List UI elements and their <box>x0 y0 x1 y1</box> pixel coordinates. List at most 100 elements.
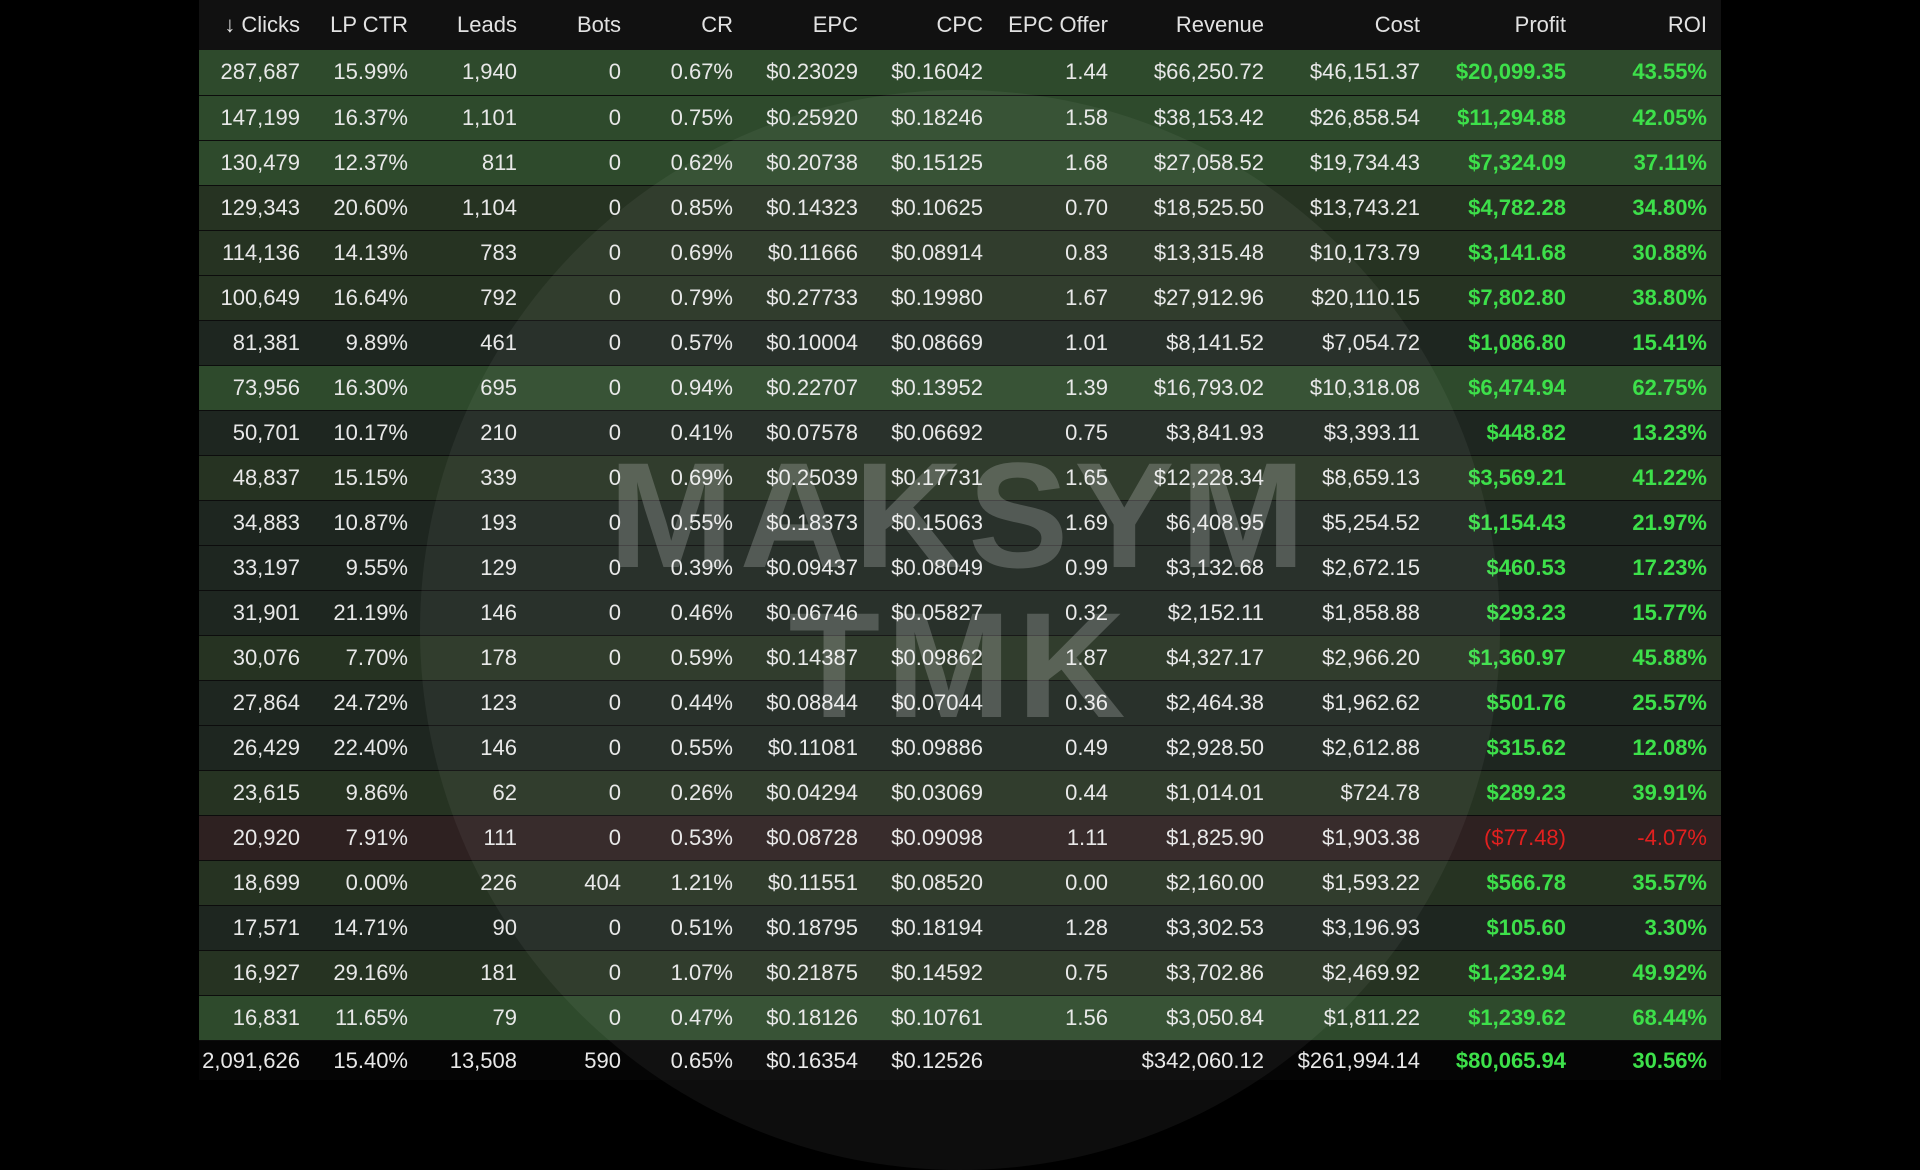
cell-leads: 792 <box>480 284 517 310</box>
total-cr: 0.65% <box>670 1048 733 1074</box>
cell-epc-offer: 1.68 <box>1065 149 1108 175</box>
cell-epc: $0.04294 <box>766 779 858 805</box>
cell-cpc: $0.18246 <box>891 104 983 130</box>
cell-roi: 21.97% <box>1632 509 1707 535</box>
table-row[interactable]: 18,699 0.00% 226 404 1.21% $0.11551 $0.08520 0.… <box>199 860 1721 905</box>
column-header-epc[interactable]: EPC <box>747 0 872 50</box>
cell-bots: 0 <box>608 554 621 580</box>
column-header-cr[interactable]: CR <box>635 0 747 50</box>
column-header-revenue[interactable]: Revenue <box>1122 0 1278 50</box>
cell-cr: 0.44% <box>670 689 733 715</box>
cell-leads: 62 <box>492 779 517 805</box>
cell-roi: 39.91% <box>1632 779 1707 805</box>
table-row[interactable]: 17,571 14.71% 90 0 0.51% $0.18795 $0.18194 1.28… <box>199 905 1721 950</box>
table-row[interactable]: 16,927 29.16% 181 0 1.07% $0.21875 $0.14592 0.7… <box>199 950 1721 995</box>
column-header-roi[interactable]: ROI <box>1580 0 1721 50</box>
cell-bots: 0 <box>608 1004 621 1030</box>
table-row[interactable]: 16,831 11.65% 79 0 0.47% $0.18126 $0.10761 1.56… <box>199 995 1721 1040</box>
cell-revenue: $13,315.48 <box>1153 239 1264 265</box>
cell-cpc: $0.03069 <box>891 779 983 805</box>
cell-cr: 0.41% <box>670 419 733 445</box>
cell-bots: 0 <box>608 959 621 985</box>
cell-bots: 0 <box>608 419 621 445</box>
table-row[interactable]: 34,883 10.87% 193 0 0.55% $0.18373 $0.15063 1.6… <box>199 500 1721 545</box>
cell-roi: -4.07% <box>1637 824 1707 850</box>
cell-lp-ctr: 7.91% <box>345 824 408 850</box>
cell-revenue: $1,825.90 <box>1166 824 1264 850</box>
cell-bots: 0 <box>608 689 621 715</box>
table-row[interactable]: 30,076 7.70% 178 0 0.59% $0.14387 $0.09862 1.87… <box>199 635 1721 680</box>
cell-clicks: 130,479 <box>220 149 300 175</box>
cell-clicks: 30,076 <box>232 644 300 670</box>
cell-bots: 0 <box>608 599 621 625</box>
column-header-cpc[interactable]: CPC <box>872 0 997 50</box>
cell-revenue: $3,302.53 <box>1166 914 1264 940</box>
cell-roi: 35.57% <box>1632 869 1707 895</box>
cell-leads: 1,940 <box>461 59 517 85</box>
cell-lp-ctr: 9.86% <box>345 779 408 805</box>
table-row[interactable]: 20,920 7.91% 111 0 0.53% $0.08728 $0.09098 1.11… <box>199 815 1721 860</box>
cell-revenue: $27,912.96 <box>1153 284 1264 310</box>
cell-cost: $2,469.92 <box>1322 959 1420 985</box>
column-header-lp-ctr[interactable]: LP CTR <box>314 0 422 50</box>
cell-epc-offer: 0.75 <box>1065 419 1108 445</box>
cell-epc: $0.09437 <box>766 554 858 580</box>
table-row[interactable]: 26,429 22.40% 146 0 0.55% $0.11081 $0.09886 0.4… <box>199 725 1721 770</box>
cell-cpc: $0.05827 <box>891 599 983 625</box>
total-revenue: $342,060.12 <box>1141 1048 1264 1074</box>
table-row[interactable]: 130,479 12.37% 811 0 0.62% $0.20738 $0.15125 1.… <box>199 140 1721 185</box>
table-row[interactable]: 287,687 15.99% 1,940 0 0.67% $0.23029 $0.16042… <box>199 50 1721 95</box>
table-row[interactable]: 100,649 16.64% 792 0 0.79% $0.27733 $0.19980 1.… <box>199 275 1721 320</box>
cell-lp-ctr: 16.64% <box>333 284 408 310</box>
cell-epc: $0.14323 <box>766 194 858 220</box>
stats-table-panel: ↓ Clicks LP CTR Leads Bots CR EPC CPC EPC… <box>199 0 1721 1080</box>
column-header-leads[interactable]: Leads <box>422 0 531 50</box>
column-header-epc-offer[interactable]: EPC Offer <box>997 0 1122 50</box>
cell-revenue: $3,132.68 <box>1166 554 1264 580</box>
cell-cost: $5,254.52 <box>1322 509 1420 535</box>
column-header-bots[interactable]: Bots <box>531 0 635 50</box>
sort-arrow-down-icon: ↓ <box>224 12 236 37</box>
table-row[interactable]: 48,837 15.15% 339 0 0.69% $0.25039 $0.17731 1.6… <box>199 455 1721 500</box>
cell-cr: 0.79% <box>670 284 733 310</box>
cell-roi: 15.41% <box>1632 329 1707 355</box>
table-row[interactable]: 31,901 21.19% 146 0 0.46% $0.06746 $0.05827 0.3… <box>199 590 1721 635</box>
cell-leads: 111 <box>483 824 517 850</box>
cell-cr: 0.94% <box>670 374 733 400</box>
cell-clicks: 287,687 <box>220 59 300 85</box>
cell-clicks: 16,927 <box>232 959 300 985</box>
cell-revenue: $4,327.17 <box>1166 644 1264 670</box>
cell-cost: $1,903.38 <box>1322 824 1420 850</box>
cell-cpc: $0.15063 <box>891 509 983 535</box>
cell-clicks: 26,429 <box>232 734 300 760</box>
cell-cost: $3,196.93 <box>1322 914 1420 940</box>
cell-roi: 17.23% <box>1632 554 1707 580</box>
table-row[interactable]: 50,701 10.17% 210 0 0.41% $0.07578 $0.06692 0.7… <box>199 410 1721 455</box>
table-row[interactable]: 33,197 9.55% 129 0 0.39% $0.09437 $0.08049 0.99… <box>199 545 1721 590</box>
column-header-clicks[interactable]: ↓ Clicks <box>199 0 314 50</box>
table-row[interactable]: 114,136 14.13% 783 0 0.69% $0.11666 $0.08914 0.… <box>199 230 1721 275</box>
table-row[interactable]: 147,199 16.37% 1,101 0 0.75% $0.25920 $0.18246… <box>199 95 1721 140</box>
cell-profit: $460.53 <box>1486 554 1566 580</box>
cell-epc: $0.11666 <box>767 239 858 265</box>
table-row[interactable]: 23,615 9.86% 62 0 0.26% $0.04294 $0.03069 0.44 $… <box>199 770 1721 815</box>
cell-cr: 0.51% <box>670 914 733 940</box>
cell-lp-ctr: 7.70% <box>345 644 408 670</box>
cell-cost: $2,672.15 <box>1322 554 1420 580</box>
cell-leads: 181 <box>480 959 517 985</box>
table-row[interactable]: 73,956 16.30% 695 0 0.94% $0.22707 $0.13952 1.3… <box>199 365 1721 410</box>
column-header-profit[interactable]: Profit <box>1434 0 1580 50</box>
cell-roi: 62.75% <box>1632 374 1707 400</box>
cell-cpc: $0.14592 <box>891 959 983 985</box>
column-header-cost[interactable]: Cost <box>1278 0 1434 50</box>
total-profit: $80,065.94 <box>1455 1048 1566 1074</box>
cell-bots: 0 <box>608 329 621 355</box>
cell-cpc: $0.09886 <box>891 734 983 760</box>
cell-cpc: $0.10625 <box>891 194 983 220</box>
cell-cpc: $0.19980 <box>891 284 983 310</box>
table-row[interactable]: 129,343 20.60% 1,104 0 0.85% $0.14323 $0.10625… <box>199 185 1721 230</box>
table-row[interactable]: 27,864 24.72% 123 0 0.44% $0.08844 $0.07044 0.3… <box>199 680 1721 725</box>
cell-clicks: 50,701 <box>232 419 300 445</box>
table-row[interactable]: 81,381 9.89% 461 0 0.57% $0.10004 $0.08669 1.01… <box>199 320 1721 365</box>
cell-profit: $1,154.43 <box>1468 509 1566 535</box>
